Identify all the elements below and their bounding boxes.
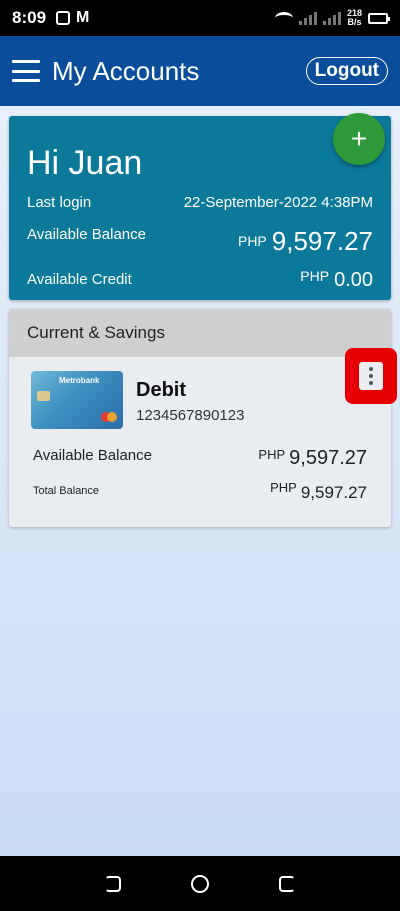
accounts-card[interactable]: Current & Savings Metrobank Debit 123456… [9,309,391,527]
card-number: 1234567890123 [136,407,245,424]
hamburger-icon[interactable] [12,60,40,82]
available-credit-value: PHP 0.00 [300,268,373,292]
available-balance-label: Available Balance [27,226,146,243]
account-available-balance-row: Available Balance PHP 9,597.27 [33,447,367,470]
last-login-row: Last login 22-September-2022 4:38PM [27,194,373,211]
available-balance-amount: 9,597.27 [271,226,373,256]
battery-icon [368,12,390,24]
card-type: Debit [136,379,186,401]
page-title: My Accounts [52,55,200,86]
shopping-bag-icon [56,11,71,25]
account-options-button[interactable] [345,348,397,404]
back-icon[interactable] [105,875,121,892]
total-balance-row: Total Balance PHP 9,597.27 [33,480,367,503]
currency-label: PHP [270,480,297,495]
wifi-icon [274,12,293,24]
card-chip-icon [37,391,50,401]
status-time: 8:09 [12,8,47,27]
card-brand: Metrobank [59,376,100,385]
add-account-fab-wrap: + [333,113,385,165]
account-available-balance-label: Available Balance [33,447,152,464]
section-header: Current & Savings [9,309,391,357]
currency-label: PHP [237,233,267,249]
gmail-icon: M [76,9,90,26]
available-credit-label: Available Credit [27,271,132,288]
total-balance-label: Total Balance [33,485,100,497]
available-credit-amount: 0.00 [334,269,373,291]
logout-button[interactable]: Logout [305,57,388,85]
greeting: Hi Juan [27,144,143,182]
section-title: Current & Savings [27,323,165,342]
total-balance-amount: 9,597.27 [300,483,367,502]
recent-apps-icon[interactable] [279,875,295,892]
last-login-value: 22-September-2022 4:38PM [183,194,373,211]
account-available-balance-amount: 9,597.27 [289,447,367,469]
debit-card-image: Metrobank [31,371,123,429]
network-speed-unit: B/s [347,17,362,27]
available-balance-row: Available Balance PHP 9,597.27 [27,226,373,257]
available-credit-row: Available Credit PHP 0.00 [27,268,373,292]
currency-label: PHP [258,447,286,462]
total-balance-value: PHP 9,597.27 [270,480,367,503]
signal-icon-2 [322,11,341,25]
last-login-label: Last login [27,194,92,211]
signal-icon [298,11,317,25]
home-icon[interactable] [191,874,209,893]
content-area: Hi Juan Last login 22-September-2022 4:3… [0,106,400,856]
status-bar: 8:09 M 218 B/s [0,0,400,36]
account-available-balance-value: PHP 9,597.27 [258,447,367,470]
mastercard-icon [101,412,117,422]
available-balance-value: PHP 9,597.27 [238,226,373,257]
status-right: 218 B/s [274,9,390,27]
network-speed: 218 B/s [347,9,362,27]
system-nav-bar [0,856,400,911]
add-account-button[interactable]: + [333,113,385,165]
kebab-icon [359,362,383,390]
currency-label: PHP [300,268,330,284]
plus-icon: + [350,123,368,154]
app-bar: My Accounts Logout [0,36,400,106]
